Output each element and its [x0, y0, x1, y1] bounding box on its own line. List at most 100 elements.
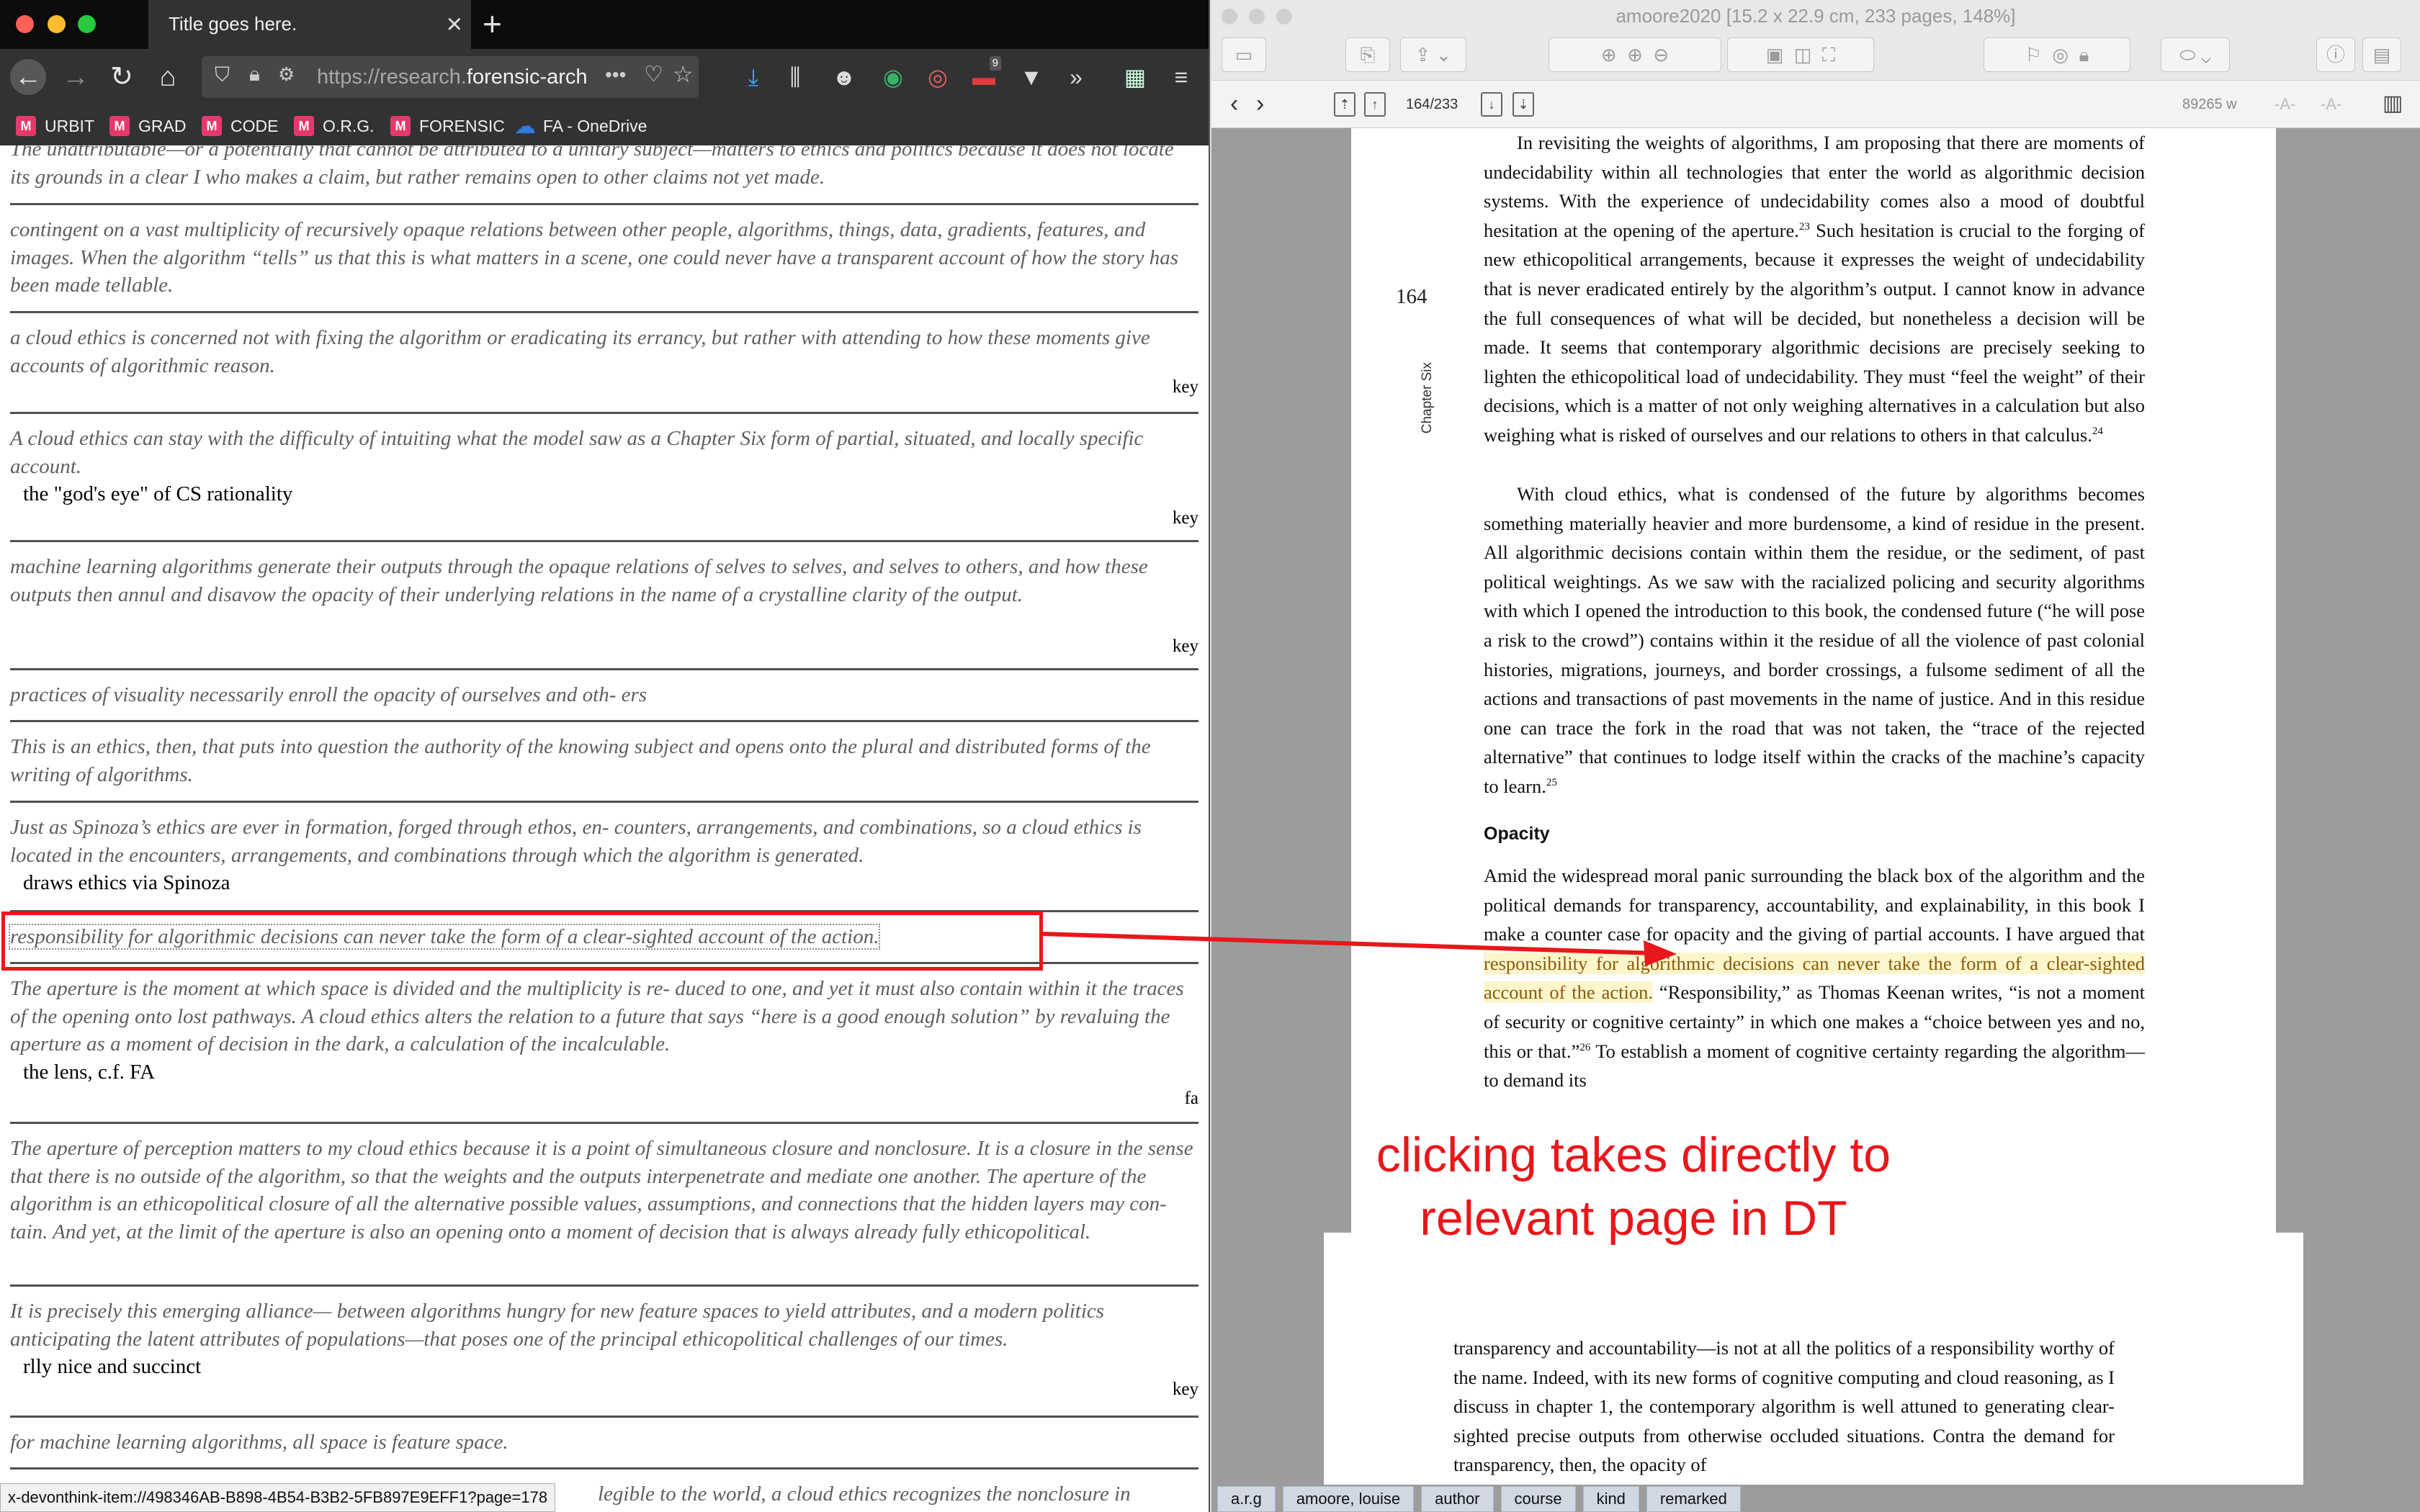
- bookmark-star-icon[interactable]: ☆: [673, 60, 694, 88]
- pdf-toolbar: ▭ ⎘ ⇪ ⌄ ⊕ ⊕ ⊖ ▣ ◫ ⛶ ⚐ ◎ 🔒︎ ⬭ ⌄ ⓘ ▤: [1211, 32, 2420, 81]
- last-page-icon[interactable]: ⇣: [1512, 92, 1534, 117]
- zoom-window-button[interactable]: [1276, 9, 1292, 24]
- new-tab-button[interactable]: +: [483, 4, 502, 43]
- page-view-controls[interactable]: ▣ ◫ ⛶: [1727, 37, 1874, 72]
- close-window-button[interactable]: [1222, 9, 1237, 24]
- list-item[interactable]: legible to the world, a cloud ethics rec…: [598, 1480, 1196, 1508]
- page-actions-icon[interactable]: •••: [605, 63, 626, 86]
- account-icon[interactable]: ☻: [828, 59, 860, 95]
- home-icon[interactable]: ⌂: [150, 59, 186, 95]
- entry-note: the "god's eye" of CS rationality: [23, 482, 293, 505]
- zoom-window-button[interactable]: [78, 15, 96, 33]
- list-item[interactable]: machine learning algorithms generate the…: [10, 553, 1198, 661]
- list-item[interactable]: The unattributable—or a potentially that…: [10, 145, 1198, 191]
- extension-badge-icon[interactable]: ▬ 9: [968, 56, 1001, 95]
- pdf-window-titlebar: amoore2020 [15.2 x 22.9 cm, 233 pages, 1…: [1211, 0, 2420, 32]
- list-item[interactable]: contingent on a vast multiplicity of rec…: [10, 216, 1198, 300]
- sidebar-toggle-button[interactable]: ▭: [1222, 37, 1266, 72]
- export-button[interactable]: ⎘: [1345, 37, 1390, 72]
- onedrive-cloud-icon: ☁: [514, 114, 536, 138]
- bookmark-org[interactable]: M O.R.G.: [294, 114, 375, 138]
- divider: [10, 1467, 1198, 1470]
- tag-chip[interactable]: remarked: [1646, 1486, 1741, 1512]
- tag-chip[interactable]: course: [1500, 1486, 1576, 1512]
- bookmark-m-icon: M: [294, 116, 314, 136]
- vivaldi-icon[interactable]: ▼: [1016, 59, 1047, 95]
- extension-glasses-icon[interactable]: ◎: [922, 59, 954, 95]
- highlight-style-button[interactable]: ⬭ ⌄: [2161, 37, 2230, 72]
- tab-title: Title goes here.: [169, 13, 297, 35]
- tag-chip[interactable]: a.r.g: [1217, 1486, 1276, 1512]
- url-text[interactable]: https://research.forensic-arch: [317, 66, 627, 89]
- chevron-left-icon[interactable]: ‹: [1230, 89, 1238, 118]
- share-button[interactable]: ⇪ ⌄: [1400, 37, 1466, 72]
- list-item[interactable]: a cloud ethics is concerned not with fix…: [10, 324, 1198, 402]
- prev-page-icon[interactable]: ↑: [1364, 92, 1386, 117]
- extension-badge-count: 9: [989, 56, 1001, 71]
- bookmark-onedrive[interactable]: ☁ FA - OneDrive: [514, 114, 647, 138]
- pocket-icon[interactable]: ♡: [644, 62, 663, 87]
- library-icon[interactable]: ⫼: [779, 59, 811, 95]
- tag-chip[interactable]: amoore, louise: [1282, 1486, 1415, 1512]
- inspector-icon[interactable]: ▤: [2362, 37, 2401, 72]
- overflow-chevron-icon[interactable]: »: [1060, 59, 1092, 95]
- quote-text: for machine learning algorithms, all spa…: [10, 1431, 508, 1454]
- tag-chip[interactable]: author: [1421, 1486, 1494, 1512]
- close-window-button[interactable]: [16, 15, 34, 33]
- minimize-window-button[interactable]: [1249, 9, 1265, 24]
- bookmarks-toolbar: M URBIT M GRAD M CODE M O.R.G. M FORENSIC ☁ FA…: [0, 105, 1209, 145]
- list-item[interactable]: This is an ethics, then, that puts into …: [10, 733, 1198, 788]
- list-item[interactable]: The aperture is the moment at which spac…: [10, 975, 1198, 1108]
- zoom-controls[interactable]: ⊕ ⊕ ⊖: [1549, 37, 1721, 72]
- bookmark-grad[interactable]: M GRAD: [109, 114, 186, 138]
- quote-text: practices of visuality necessarily enrol…: [10, 683, 647, 706]
- tag-chip[interactable]: kind: [1582, 1486, 1639, 1512]
- reload-button[interactable]: ↻: [104, 59, 140, 95]
- running-head: Chapter Six: [1420, 291, 1435, 433]
- bookmark-code[interactable]: M CODE: [202, 114, 278, 138]
- decrease-font-icon[interactable]: -A-: [2275, 95, 2295, 114]
- downloads-icon[interactable]: ⤓: [738, 59, 769, 95]
- minimize-window-button[interactable]: [48, 15, 66, 33]
- shield-icon[interactable]: ⛉: [215, 63, 230, 87]
- quote-text: It is precisely this emerging alliance— …: [10, 1300, 1105, 1351]
- list-item[interactable]: The aperture of perception matters to my…: [10, 1135, 1198, 1246]
- back-button[interactable]: ←: [10, 59, 46, 95]
- extensions-icon[interactable]: ▦: [1119, 59, 1151, 95]
- page-indicator[interactable]: 164/233: [1406, 96, 1458, 113]
- info-icon[interactable]: ⓘ: [2316, 37, 2355, 72]
- increase-font-icon[interactable]: -A-: [2321, 95, 2341, 114]
- extension-sync-icon[interactable]: ◉: [877, 59, 909, 95]
- pdf-page: 164 Chapter Six In revisiting the weight…: [1351, 128, 2276, 1233]
- columns-icon[interactable]: ▥: [2383, 91, 2403, 116]
- lock-icon[interactable]: 🔒︎: [249, 63, 260, 86]
- divider: [10, 668, 1198, 670]
- list-item[interactable]: for machine learning algorithms, all spa…: [10, 1428, 1198, 1457]
- bookmark-forensic[interactable]: M FORENSIC: [390, 114, 505, 138]
- forward-button[interactable]: →: [58, 59, 94, 95]
- first-page-icon[interactable]: ⇡: [1334, 92, 1355, 117]
- tab-close-icon[interactable]: ×: [447, 7, 462, 42]
- next-page-icon[interactable]: ↓: [1481, 92, 1502, 117]
- bookmark-urbit[interactable]: M URBIT: [16, 114, 94, 138]
- browser-tab[interactable]: Title goes here. ×: [148, 0, 471, 49]
- nav-toolbar: ← → ↻ ⌂ ⛉ 🔒︎ ⚙ https://research.forensic…: [0, 49, 1209, 105]
- divider: [10, 412, 1198, 414]
- list-item[interactable]: It is precisely this emerging alliance— …: [10, 1297, 1198, 1413]
- annotation-controls[interactable]: ⚐ ◎ 🔒︎: [1984, 37, 2130, 72]
- bookmark-m-icon: M: [109, 116, 130, 136]
- bookmark-label: URBIT: [45, 116, 94, 135]
- bookmark-m-icon: M: [202, 116, 222, 136]
- list-item[interactable]: A cloud ethics can stay with the difficu…: [10, 425, 1198, 533]
- permissions-icon[interactable]: ⚙: [278, 63, 295, 86]
- hamburger-menu-icon[interactable]: ≡: [1165, 59, 1197, 95]
- url-bar[interactable]: ⛉ 🔒︎ ⚙ https://research.forensic-arch ••…: [202, 56, 699, 98]
- list-item[interactable]: Just as Spinoza’s ethics are ever in for…: [10, 814, 1198, 896]
- chevron-right-icon[interactable]: ›: [1256, 89, 1264, 118]
- entry-tag: key: [1172, 377, 1198, 397]
- paragraph-3: Amid the widespread moral panic surround…: [1484, 865, 2145, 1092]
- list-item[interactable]: practices of visuality necessarily enrol…: [10, 681, 1198, 709]
- highlights-list: The unattributable—or a potentially that…: [0, 145, 1209, 1512]
- status-bar-url: x-devonthink-item://498346AB-B898-4B54-B…: [0, 1483, 556, 1512]
- divider: [10, 1284, 1198, 1287]
